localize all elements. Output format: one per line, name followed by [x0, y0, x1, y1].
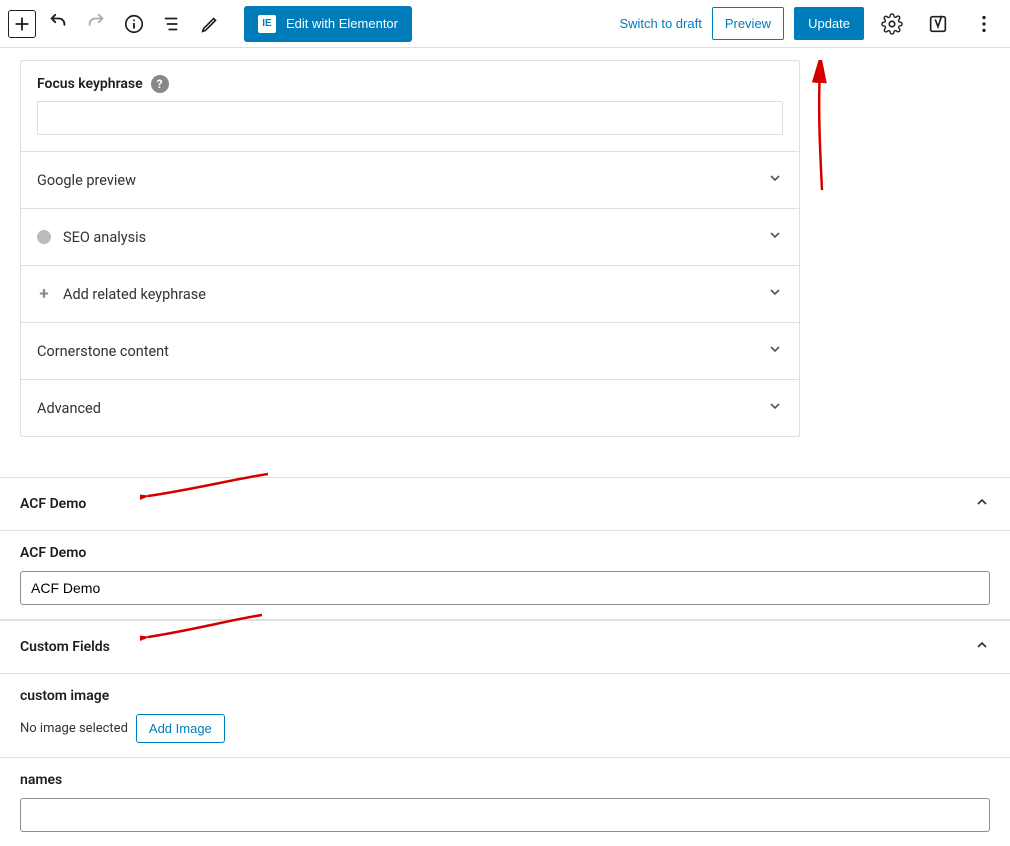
gear-icon [881, 13, 903, 35]
toolbar-left: IE Edit with Elementor [8, 6, 412, 42]
undo-button[interactable] [42, 8, 74, 40]
acf-demo-header[interactable]: ACF Demo [0, 478, 1010, 531]
redo-button[interactable] [80, 8, 112, 40]
focus-keyphrase-input[interactable] [37, 101, 783, 135]
outline-button[interactable] [156, 8, 188, 40]
advanced-label: Advanced [37, 400, 101, 417]
custom-fields-panel: Custom Fields custom image No image sele… [0, 620, 1010, 846]
focus-keyphrase-section: Focus keyphrase ? [21, 61, 799, 152]
edit-button[interactable] [194, 8, 226, 40]
edit-elementor-label: Edit with Elementor [286, 16, 398, 31]
chevron-down-icon [767, 398, 783, 418]
settings-button[interactable] [874, 6, 910, 42]
preview-button[interactable]: Preview [712, 7, 784, 40]
google-preview-label: Google preview [37, 172, 136, 189]
edit-elementor-button[interactable]: IE Edit with Elementor [244, 6, 412, 42]
cornerstone-row[interactable]: Cornerstone content [21, 323, 799, 380]
list-icon [161, 13, 183, 35]
yoast-seo-panel: Focus keyphrase ? Google preview SEO ana… [20, 60, 800, 437]
more-vertical-icon [973, 13, 995, 35]
chevron-down-icon [767, 284, 783, 304]
help-icon[interactable]: ? [151, 75, 169, 93]
chevron-down-icon [767, 170, 783, 190]
seo-analysis-row[interactable]: SEO analysis [21, 209, 799, 266]
yoast-button[interactable] [920, 6, 956, 42]
pencil-icon [199, 13, 221, 35]
undo-icon [47, 13, 69, 35]
plus-icon: + [37, 284, 51, 304]
editor-toolbar: IE Edit with Elementor Switch to draft P… [0, 0, 1010, 48]
chevron-up-icon [974, 494, 990, 514]
more-options-button[interactable] [966, 6, 1002, 42]
switch-to-draft-button[interactable]: Switch to draft [619, 16, 701, 31]
seo-analysis-label: SEO analysis [63, 229, 146, 246]
acf-panel-title: ACF Demo [20, 496, 86, 512]
custom-fields-title: Custom Fields [20, 639, 110, 655]
acf-demo-input[interactable] [20, 571, 990, 605]
chevron-up-icon [974, 637, 990, 657]
add-related-label: Add related keyphrase [63, 286, 206, 303]
custom-fields-header[interactable]: Custom Fields [0, 621, 1010, 674]
update-button[interactable]: Update [794, 7, 864, 40]
info-icon [123, 13, 145, 35]
focus-keyphrase-label: Focus keyphrase [37, 76, 143, 92]
acf-field-label: ACF Demo [20, 545, 990, 561]
plus-icon [11, 13, 33, 35]
status-dot-icon [37, 230, 51, 244]
acf-demo-panel: ACF Demo ACF Demo [0, 477, 1010, 620]
elementor-icon: IE [258, 15, 276, 33]
names-input[interactable] [20, 798, 990, 832]
chevron-down-icon [767, 341, 783, 361]
no-image-text: No image selected [20, 721, 128, 736]
redo-icon [85, 13, 107, 35]
add-block-button[interactable] [8, 10, 36, 38]
add-related-keyphrase-row[interactable]: + Add related keyphrase [21, 266, 799, 323]
toolbar-right: Switch to draft Preview Update [619, 6, 1002, 42]
yoast-icon [927, 13, 949, 35]
cornerstone-label: Cornerstone content [37, 343, 169, 360]
chevron-down-icon [767, 227, 783, 247]
advanced-row[interactable]: Advanced [21, 380, 799, 436]
custom-image-label: custom image [20, 688, 990, 704]
info-button[interactable] [118, 8, 150, 40]
google-preview-row[interactable]: Google preview [21, 152, 799, 209]
names-label: names [20, 772, 990, 788]
add-image-button[interactable]: Add Image [136, 714, 225, 743]
